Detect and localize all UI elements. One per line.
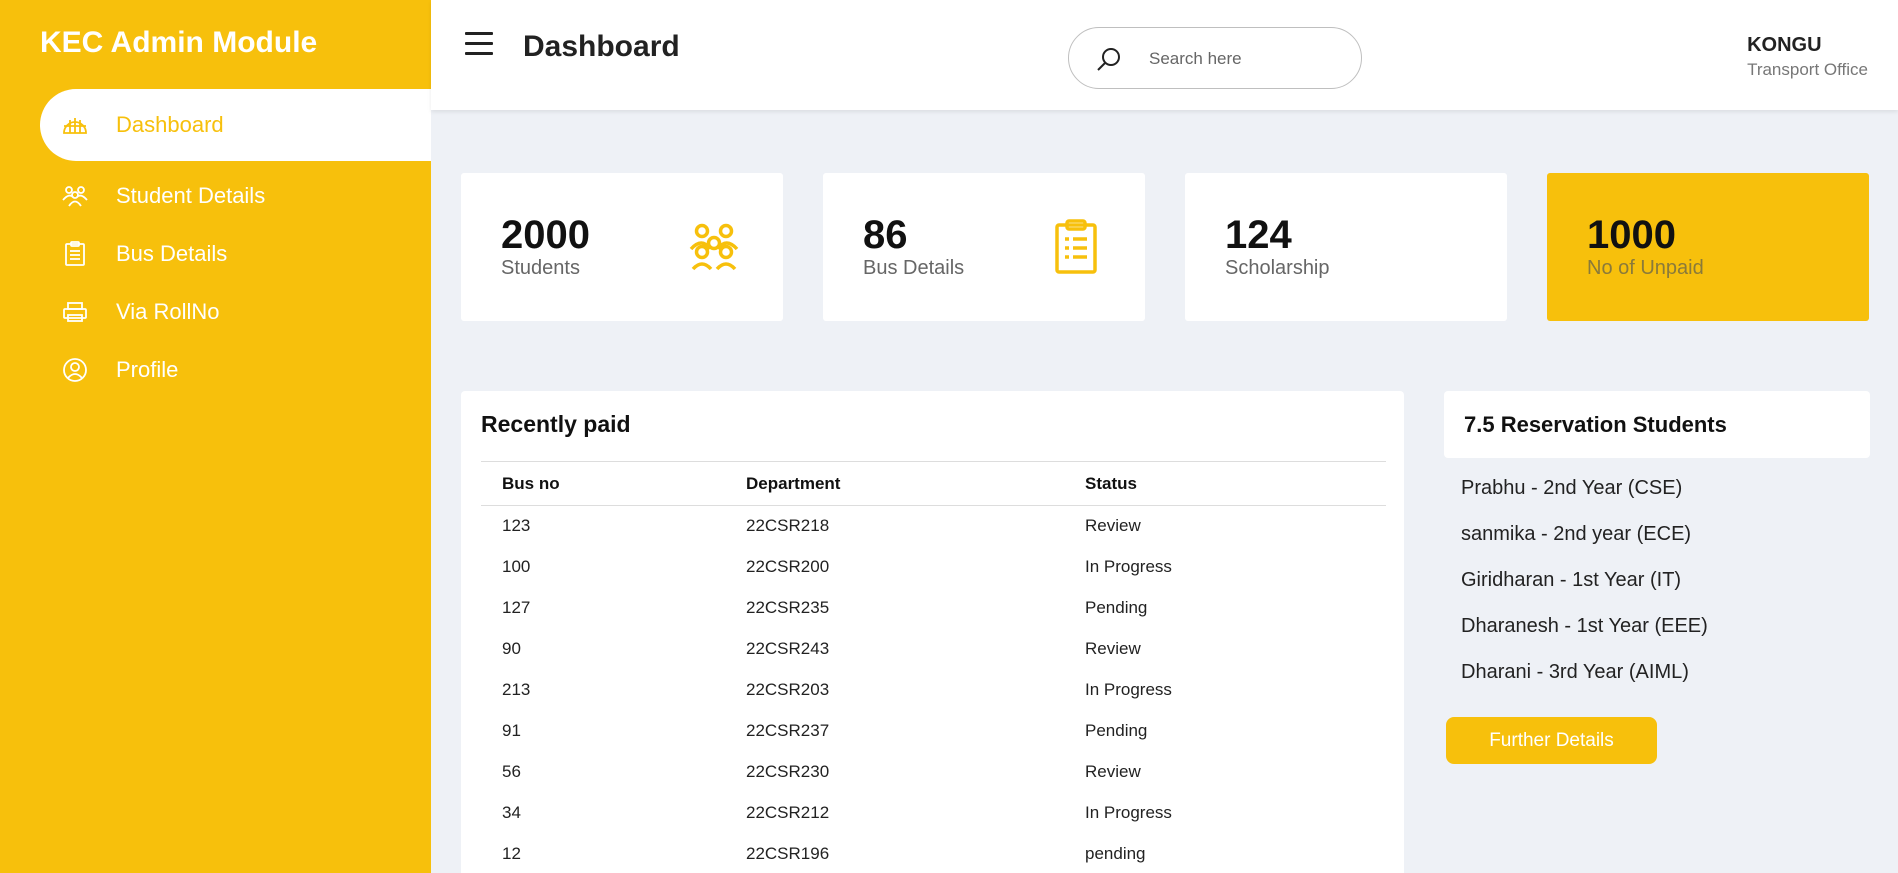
reservation-panel-header: 7.5 Reservation Students: [1444, 391, 1870, 458]
cell-status: Review: [1085, 516, 1141, 536]
brand-title: KEC Admin Module: [40, 26, 318, 59]
stat-label: Bus Details: [863, 257, 965, 279]
menu-toggle-button[interactable]: [465, 32, 493, 56]
user-info[interactable]: KONGU Transport Office: [1747, 34, 1868, 80]
sidebar-item-label: Dashboard: [116, 112, 224, 137]
cell-bus-no: 34: [502, 803, 521, 822]
cell-bus-no: 56: [502, 762, 521, 781]
sidebar-item-label: Student Details: [116, 183, 266, 208]
dashboard-icon: [60, 110, 90, 140]
table-row[interactable]: 90 22CSR243 Review: [481, 629, 1386, 670]
cell-status: In Progress: [1085, 803, 1172, 822]
cell-department: 22CSR203: [746, 680, 830, 699]
cell-department: 22CSR230: [746, 762, 830, 781]
stat-label: Scholarship: [1225, 257, 1330, 279]
sidebar-nav: Dashboard Student Details Bus Details Vi…: [0, 89, 431, 399]
page-title: Dashboard: [523, 30, 680, 63]
panel-title: Recently paid: [481, 411, 631, 437]
stat-card-bus-details[interactable]: 86 Bus Details: [823, 173, 1145, 321]
stat-label: Students: [501, 257, 580, 279]
cell-bus-no: 91: [502, 721, 521, 740]
table-header-row: Bus no Department Status: [481, 461, 1386, 506]
column-header-department: Department: [725, 461, 1064, 506]
search-input[interactable]: [1149, 44, 1344, 74]
stat-card-scholarship[interactable]: 124 Scholarship: [1185, 173, 1507, 321]
sidebar-item-label: Bus Details: [116, 241, 228, 266]
cell-status: pending: [1085, 844, 1146, 863]
sidebar-item-label: Profile: [116, 357, 179, 382]
stat-value: 124: [1225, 213, 1292, 257]
cell-department: 22CSR200: [746, 557, 830, 576]
stat-label: No of Unpaid: [1587, 257, 1704, 279]
table-row[interactable]: 34 22CSR212 In Progress: [481, 793, 1386, 834]
hamburger-line: [465, 42, 493, 45]
sidebar-item-dashboard[interactable]: Dashboard: [40, 89, 431, 161]
cell-bus-no: 127: [502, 598, 531, 617]
list-item: Dharanesh - 1st Year (EEE): [1461, 615, 1708, 637]
cell-department: 22CSR237: [746, 721, 830, 740]
table-row[interactable]: 12 22CSR196 pending: [481, 834, 1386, 873]
sidebar-item-label: Via RollNo: [116, 299, 220, 324]
search-box: [1068, 27, 1362, 89]
cell-bus-no: 100: [502, 557, 531, 576]
cell-bus-no: 123: [502, 516, 531, 536]
stat-value: 1000: [1587, 213, 1676, 257]
cell-status: Review: [1085, 762, 1141, 781]
people-icon: [60, 181, 90, 211]
user-circle-icon: [60, 355, 90, 385]
list-item: Prabhu - 2nd Year (CSE): [1461, 477, 1683, 499]
column-header-status: Status: [1064, 461, 1386, 506]
cell-status: In Progress: [1085, 557, 1172, 576]
table-row[interactable]: 123 22CSR218 Review: [481, 506, 1386, 547]
sidebar-item-student-details[interactable]: Student Details: [0, 167, 431, 225]
sidebar-item-via-rollno[interactable]: Via RollNo: [0, 283, 431, 341]
topbar: Dashboard KONGU Transport Office: [431, 0, 1898, 110]
cell-department: 22CSR196: [746, 844, 830, 863]
list-item: sanmika - 2nd year (ECE): [1461, 523, 1692, 545]
table-row[interactable]: 127 22CSR235 Pending: [481, 588, 1386, 629]
user-org: KONGU: [1747, 34, 1822, 56]
hamburger-line: [465, 52, 493, 55]
sidebar-item-profile[interactable]: Profile: [0, 341, 431, 399]
cell-bus-no: 90: [502, 639, 521, 658]
hamburger-line: [465, 32, 493, 35]
search-icon[interactable]: [1095, 46, 1123, 74]
cell-bus-no: 213: [502, 680, 531, 699]
stat-card-unpaid[interactable]: 1000 No of Unpaid: [1547, 173, 1869, 321]
clipboard-icon: [60, 239, 90, 269]
cell-department: 22CSR243: [746, 639, 830, 658]
printer-icon: [60, 297, 90, 327]
sidebar: KEC Admin Module Dashboard Student Detai…: [0, 0, 431, 873]
user-office: Transport Office: [1747, 60, 1868, 79]
stat-value: 2000: [501, 213, 590, 257]
cell-status: Pending: [1085, 598, 1148, 617]
cell-department: 22CSR218: [746, 516, 830, 536]
clipboard-icon: [1047, 217, 1105, 275]
further-details-button[interactable]: Further Details: [1446, 717, 1657, 764]
stat-value: 86: [863, 213, 908, 257]
recently-paid-table: Bus no Department Status 123 22CSR218 Revi…: [481, 461, 1386, 873]
people-icon: [685, 217, 743, 275]
table-row[interactable]: 56 22CSR230 Review: [481, 752, 1386, 793]
cell-status: Pending: [1085, 721, 1148, 740]
list-item: Giridharan - 1st Year (IT): [1461, 569, 1682, 591]
stat-card-students[interactable]: 2000 Students: [461, 173, 783, 321]
panel-title: 7.5 Reservation Students: [1464, 412, 1727, 437]
table-row[interactable]: 213 22CSR203 In Progress: [481, 670, 1386, 711]
table-row[interactable]: 100 22CSR200 In Progress: [481, 547, 1386, 588]
reservation-student-list: Prabhu - 2nd Year (CSE) sanmika - 2nd ye…: [1461, 477, 1708, 707]
cell-department: 22CSR212: [746, 803, 830, 822]
cell-status: In Progress: [1085, 680, 1172, 699]
cell-department: 22CSR235: [746, 598, 830, 617]
cell-status: Review: [1085, 639, 1141, 658]
cell-bus-no: 12: [502, 844, 521, 863]
list-item: Dharani - 3rd Year (AIML): [1461, 661, 1689, 683]
sidebar-item-bus-details[interactable]: Bus Details: [0, 225, 431, 283]
recently-paid-panel: Recently paid Bus no Department Status 1…: [461, 391, 1404, 873]
table-row[interactable]: 91 22CSR237 Pending: [481, 711, 1386, 752]
column-header-bus-no: Bus no: [481, 461, 725, 506]
